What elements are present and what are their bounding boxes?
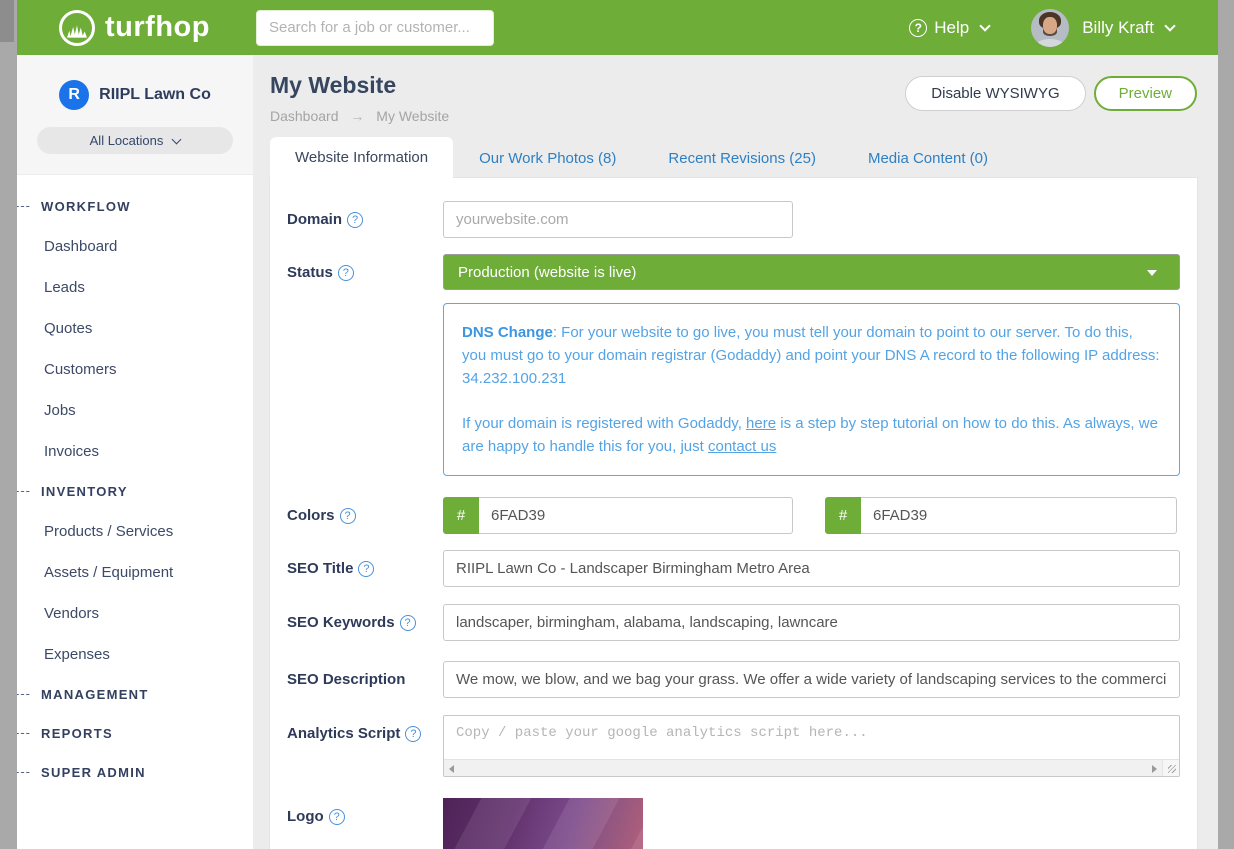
user-avatar[interactable] bbox=[1031, 9, 1069, 47]
tab-our-work-photos[interactable]: Our Work Photos (8) bbox=[453, 139, 642, 178]
sidebar: R RIIPL Lawn Co All Locations --- WORKFL… bbox=[17, 55, 253, 849]
select-caret-icon bbox=[1147, 270, 1157, 276]
section-dash-icon: --- bbox=[15, 483, 31, 498]
user-name: Billy Kraft bbox=[1082, 18, 1154, 38]
dns-change-notice: DNS Change: For your website to go live,… bbox=[443, 303, 1180, 476]
hash-prefix: # bbox=[443, 497, 479, 534]
sidebar-section-super-admin[interactable]: --- SUPER ADMIN bbox=[17, 753, 253, 792]
primary-color-input[interactable] bbox=[479, 497, 793, 534]
company-row[interactable]: R RIIPL Lawn Co bbox=[17, 80, 253, 110]
preview-button[interactable]: Preview bbox=[1094, 76, 1197, 111]
domain-input[interactable] bbox=[443, 201, 793, 238]
analytics-script-label: Analytics Script ? bbox=[287, 715, 443, 777]
locations-label: All Locations bbox=[90, 133, 164, 148]
main-content: My Website Dashboard → My Website Disabl… bbox=[253, 55, 1218, 849]
sidebar-item-expenses[interactable]: Expenses bbox=[44, 634, 253, 675]
status-select[interactable]: Production (website is live) bbox=[443, 254, 1180, 290]
scroll-right-icon[interactable] bbox=[1152, 765, 1157, 773]
website-information-panel: Domain ? Status ? Production ( bbox=[270, 178, 1197, 849]
top-navbar: turfhop ? Help Billy Kraft bbox=[17, 0, 1218, 55]
right-window-strip bbox=[1218, 0, 1234, 849]
help-tooltip-icon[interactable]: ? bbox=[347, 212, 363, 228]
help-tooltip-icon[interactable]: ? bbox=[405, 726, 421, 742]
tab-bar: Website Information Our Work Photos (8) … bbox=[270, 137, 1197, 178]
sidebar-item-leads[interactable]: Leads bbox=[44, 267, 253, 308]
hash-prefix: # bbox=[825, 497, 861, 534]
domain-label: Domain ? bbox=[287, 201, 443, 238]
help-tooltip-icon[interactable]: ? bbox=[400, 615, 416, 631]
tab-recent-revisions[interactable]: Recent Revisions (25) bbox=[642, 139, 842, 178]
help-icon: ? bbox=[909, 19, 927, 37]
sidebar-section-reports[interactable]: --- REPORTS bbox=[17, 714, 253, 753]
secondary-color-input[interactable] bbox=[861, 497, 1177, 534]
sidebar-item-customers[interactable]: Customers bbox=[44, 349, 253, 390]
app-window: turfhop ? Help Billy Kraft R RIIPL Lawn … bbox=[17, 0, 1218, 849]
brand-name: turfhop bbox=[105, 11, 210, 44]
breadcrumb-arrow-icon: → bbox=[350, 108, 364, 124]
grass-icon bbox=[59, 10, 95, 46]
section-dash-icon: --- bbox=[15, 725, 31, 740]
left-window-strip bbox=[0, 0, 17, 849]
help-tooltip-icon[interactable]: ? bbox=[340, 508, 356, 524]
scroll-left-icon[interactable] bbox=[449, 765, 454, 773]
dns-notice-title: DNS Change bbox=[462, 324, 553, 341]
tab-media-content[interactable]: Media Content (0) bbox=[842, 139, 1014, 178]
sidebar-item-jobs[interactable]: Jobs bbox=[44, 390, 253, 431]
user-menu[interactable]: Billy Kraft bbox=[1069, 18, 1174, 38]
seo-keywords-input[interactable] bbox=[443, 604, 1180, 641]
chevron-down-icon bbox=[1164, 20, 1175, 31]
logo-label: Logo ? bbox=[287, 798, 443, 849]
disable-wysiwyg-button[interactable]: Disable WYSIWYG bbox=[905, 76, 1085, 111]
sidebar-section-inventory[interactable]: --- INVENTORY bbox=[17, 472, 253, 511]
seo-title-input[interactable] bbox=[443, 550, 1180, 587]
horizontal-scrollbar[interactable] bbox=[444, 759, 1162, 776]
brand-logo[interactable]: turfhop bbox=[59, 10, 210, 46]
seo-description-input[interactable] bbox=[443, 661, 1180, 698]
sidebar-item-invoices[interactable]: Invoices bbox=[44, 431, 253, 472]
sidebar-item-vendors[interactable]: Vendors bbox=[44, 593, 253, 634]
logo-image bbox=[443, 798, 643, 849]
chevron-down-icon bbox=[172, 134, 182, 144]
company-name: RIIPL Lawn Co bbox=[99, 86, 211, 104]
sidebar-item-quotes[interactable]: Quotes bbox=[44, 308, 253, 349]
global-search-input[interactable] bbox=[256, 10, 494, 46]
here-link[interactable]: here bbox=[746, 415, 776, 432]
sidebar-section-management[interactable]: --- MANAGEMENT bbox=[17, 675, 253, 714]
breadcrumb-dashboard[interactable]: Dashboard bbox=[270, 108, 339, 124]
contact-us-link[interactable]: contact us bbox=[708, 438, 776, 455]
sidebar-section-workflow[interactable]: --- WORKFLOW bbox=[17, 187, 253, 226]
help-tooltip-icon[interactable]: ? bbox=[358, 561, 374, 577]
seo-title-label: SEO Title ? bbox=[287, 550, 443, 587]
breadcrumb-current: My Website bbox=[376, 108, 449, 124]
section-dash-icon: --- bbox=[15, 198, 31, 213]
help-menu[interactable]: ? Help bbox=[909, 18, 989, 38]
analytics-placeholder: Copy / paste your google analytics scrip… bbox=[444, 716, 1179, 750]
analytics-script-textarea[interactable]: Copy / paste your google analytics scrip… bbox=[443, 715, 1180, 777]
resize-grip-icon[interactable] bbox=[1162, 759, 1179, 776]
colors-label: Colors ? bbox=[287, 497, 443, 534]
status-selected-value: Production (website is live) bbox=[458, 264, 636, 281]
section-dash-icon: --- bbox=[15, 686, 31, 701]
status-label: Status ? bbox=[287, 254, 443, 290]
help-tooltip-icon[interactable]: ? bbox=[338, 265, 354, 281]
sidebar-item-dashboard[interactable]: Dashboard bbox=[44, 226, 253, 267]
locations-dropdown[interactable]: All Locations bbox=[37, 127, 233, 154]
tab-website-information[interactable]: Website Information bbox=[270, 137, 453, 178]
company-avatar: R bbox=[59, 80, 89, 110]
section-dash-icon: --- bbox=[15, 764, 31, 779]
sidebar-nav: --- WORKFLOW Dashboard Leads Quotes Cust… bbox=[17, 175, 253, 792]
chevron-down-icon bbox=[980, 20, 991, 31]
help-label: Help bbox=[934, 18, 969, 38]
help-tooltip-icon[interactable]: ? bbox=[329, 809, 345, 825]
sidebar-item-products-services[interactable]: Products / Services bbox=[44, 511, 253, 552]
sidebar-company-block: R RIIPL Lawn Co All Locations bbox=[17, 55, 253, 175]
scrollbar-thumb[interactable] bbox=[0, 0, 14, 42]
sidebar-item-assets-equipment[interactable]: Assets / Equipment bbox=[44, 552, 253, 593]
seo-description-label: SEO Description bbox=[287, 661, 443, 698]
seo-keywords-label: SEO Keywords ? bbox=[287, 604, 443, 641]
